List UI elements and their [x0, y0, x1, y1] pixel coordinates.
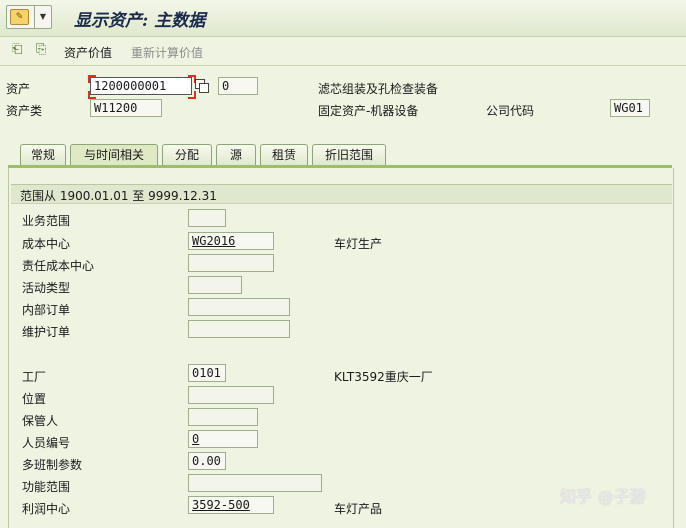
personnel-number-label: 人员编号: [22, 436, 71, 450]
responsible-cost-center-field[interactable]: [188, 254, 274, 272]
functional-area-field[interactable]: [188, 474, 322, 492]
chevron-down-icon[interactable]: ▼: [34, 6, 51, 28]
maintenance-order-label: 维护订单: [22, 325, 71, 339]
back-document-icon[interactable]: ⎗: [12, 43, 26, 57]
company-code-field[interactable]: WG01: [610, 99, 650, 117]
cost-center-label: 成本中心: [22, 237, 71, 251]
focus-corner: [88, 75, 96, 83]
location-field[interactable]: [188, 386, 274, 404]
plant-field[interactable]: 0101: [188, 364, 226, 382]
asset-value-button[interactable]: 资产价值: [64, 44, 112, 61]
company-code-label: 公司代码: [486, 104, 535, 118]
activity-type-field[interactable]: [188, 276, 242, 294]
profit-center-description: 车灯产品: [334, 502, 383, 516]
tab-leasing[interactable]: 租赁: [260, 144, 308, 165]
activity-type-label: 活动类型: [22, 281, 71, 295]
application-toolbar: ⎗ ⎘ 资产价值 重新计算价值: [0, 37, 686, 66]
profit-center-label: 利润中心: [22, 502, 71, 516]
forward-document-icon[interactable]: ⎘: [36, 43, 50, 57]
internal-order-label: 内部订单: [22, 303, 71, 317]
cost-center-field[interactable]: WG2016: [188, 232, 274, 250]
asset-subnumber-field[interactable]: 0: [218, 77, 258, 95]
window-title: 显示资产: 主数据: [74, 11, 206, 31]
asset-label: 资产: [6, 82, 31, 96]
personnel-number-field[interactable]: 0: [188, 430, 258, 448]
asset-class-field[interactable]: W11200: [90, 99, 162, 117]
tab-time-dependent[interactable]: 与时间相关: [70, 144, 158, 166]
custodian-field[interactable]: [188, 408, 258, 426]
copy-icon[interactable]: [195, 79, 209, 93]
validity-range-header: 范围从 1900.01.01 至 9999.12.31: [11, 184, 672, 204]
shift-factor-field[interactable]: 0.00: [188, 452, 226, 470]
tab-origin[interactable]: 源: [216, 144, 256, 165]
functional-area-label: 功能范围: [22, 480, 71, 494]
plant-description: KLT3592重庆一厂: [334, 370, 433, 384]
asset-description: 滤芯组装及孔检查装备: [318, 82, 439, 96]
tab-panel: [8, 168, 674, 528]
plant-label: 工厂: [22, 370, 47, 384]
tab-assignment[interactable]: 分配: [162, 144, 212, 165]
system-menu-button[interactable]: ✎ ▼: [6, 5, 52, 29]
internal-order-field[interactable]: [188, 298, 290, 316]
asset-class-description: 固定资产-机器设备: [318, 104, 419, 118]
cost-center-description: 车灯生产: [334, 237, 383, 251]
responsible-cost-center-label: 责任成本中心: [22, 259, 95, 273]
location-label: 位置: [22, 392, 47, 406]
shift-factor-label: 多班制参数: [22, 458, 83, 472]
recalculate-value-button[interactable]: 重新计算价值: [131, 44, 203, 61]
sap-logo-icon: ✎: [10, 9, 29, 25]
business-area-label: 业务范围: [22, 214, 71, 228]
business-area-field[interactable]: [188, 209, 226, 227]
validity-range-text: 范围从 1900.01.01 至 9999.12.31: [20, 189, 217, 203]
asset-number-field[interactable]: 1200000001: [90, 77, 192, 95]
watermark: 知乎 @子游: [560, 487, 646, 506]
profit-center-field[interactable]: 3592-500: [188, 496, 274, 514]
focus-corner: [188, 91, 196, 99]
maintenance-order-field[interactable]: [188, 320, 290, 338]
custodian-label: 保管人: [22, 414, 59, 428]
title-bar: ✎ ▼ 显示资产: 主数据: [0, 0, 686, 37]
tab-general[interactable]: 常规: [20, 144, 66, 165]
asset-class-label: 资产类: [6, 104, 43, 118]
focus-corner: [88, 91, 96, 99]
tab-depreciation-areas[interactable]: 折旧范围: [312, 144, 386, 165]
